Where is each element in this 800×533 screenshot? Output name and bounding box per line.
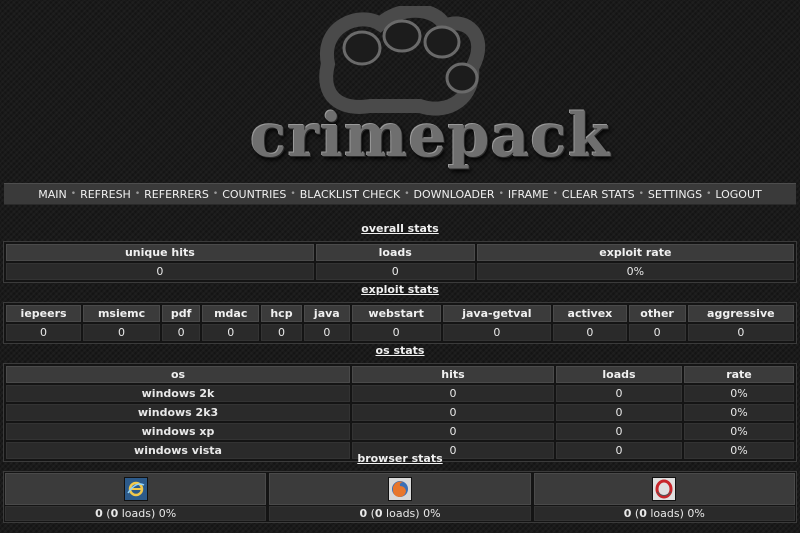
- overall-value: 0%: [476, 263, 794, 280]
- exploit-header: pdf: [162, 305, 201, 322]
- table-row: windows 2k3 0 0 0%: [6, 404, 794, 421]
- nav-blacklist-check[interactable]: BLACKLIST CHECK: [300, 188, 401, 201]
- exploit-header: mdac: [202, 305, 260, 322]
- nav-refresh[interactable]: REFRESH: [80, 188, 131, 201]
- os-name: windows 2k3: [6, 404, 350, 421]
- os-name: windows 2k: [6, 385, 350, 402]
- nav-clear-stats[interactable]: CLEAR STATS: [562, 188, 635, 201]
- exploit-value: 0: [202, 324, 260, 341]
- os-loads: 0: [556, 423, 682, 440]
- exploit-header: hcp: [261, 305, 302, 322]
- exploit-value: 0: [261, 324, 302, 341]
- nav-main[interactable]: MAIN: [38, 188, 67, 201]
- exploit-header: msiemc: [83, 305, 160, 322]
- nav-downloader[interactable]: DOWNLOADER: [414, 188, 495, 201]
- exploit-header: java-getval: [442, 305, 552, 322]
- nav-iframe[interactable]: IFRAME: [508, 188, 549, 201]
- os-header: rate: [684, 366, 794, 383]
- table-row: windows 2k 0 0 0%: [6, 385, 794, 402]
- logo-text: crimepack: [250, 101, 611, 171]
- exploit-value: 0: [442, 324, 552, 341]
- exploit-value: 0: [6, 324, 82, 341]
- nav-logout[interactable]: LOGOUT: [715, 188, 761, 201]
- os-hits: 0: [352, 423, 554, 440]
- nav-separator: •: [70, 189, 77, 199]
- os-header: loads: [556, 366, 682, 383]
- os-stats-table: os hits loads rate windows 2k 0 0 0% win…: [3, 363, 797, 462]
- exploit-header: activex: [553, 305, 627, 322]
- nav-separator: •: [404, 189, 410, 199]
- browser-stats-title: browser stats: [357, 452, 443, 465]
- os-name: windows xp: [6, 423, 350, 440]
- exploit-value: 0: [687, 324, 794, 341]
- table-row: windows xp 0 0 0%: [6, 423, 794, 440]
- overall-header: unique hits: [6, 244, 314, 261]
- exploit-header: iepeers: [6, 305, 82, 322]
- overall-value: 0: [6, 263, 314, 280]
- nav-countries[interactable]: COUNTRIES: [222, 188, 286, 201]
- exploit-value: 0: [351, 324, 441, 341]
- os-loads: 0: [556, 385, 682, 402]
- os-rate: 0%: [684, 423, 794, 440]
- os-hits: 0: [352, 404, 554, 421]
- browser-stat: 0 (0 loads) 0%: [533, 506, 795, 521]
- overall-value: 0: [315, 263, 475, 280]
- browser-stats-panel: 0 (0 loads) 0% 0 (0 loads) 0% 0 (0 loads…: [3, 471, 797, 523]
- opera-icon: [652, 477, 677, 501]
- os-rate: 0%: [684, 385, 794, 402]
- exploit-header: aggressive: [687, 305, 794, 322]
- os-rate: 0%: [684, 404, 794, 421]
- exploit-value: 0: [628, 324, 686, 341]
- firefox-icon: [387, 477, 412, 501]
- os-loads: 0: [556, 404, 682, 421]
- exploit-stats-table: iepeers msiemc pdf mdac hcp java webstar…: [3, 302, 797, 344]
- browser-cell-opera: 0 (0 loads) 0%: [533, 473, 795, 521]
- nav-settings[interactable]: SETTINGS: [648, 188, 702, 201]
- os-stats-title: os stats: [375, 344, 425, 357]
- nav-separator: •: [498, 189, 504, 199]
- exploit-value: 0: [303, 324, 350, 341]
- exploit-header: webstart: [351, 305, 441, 322]
- nav-separator: •: [706, 189, 712, 199]
- main-nav: MAIN • REFRESH • REFERRERS • COUNTRIES •…: [4, 183, 796, 205]
- browser-stat: 0 (0 loads) 0%: [5, 506, 267, 521]
- overall-stats-table: unique hits loads exploit rate 0 0 0%: [3, 241, 797, 283]
- os-header: os: [6, 366, 350, 383]
- nav-separator: •: [638, 189, 644, 199]
- exploit-value: 0: [162, 324, 201, 341]
- browser-cell-firefox: 0 (0 loads) 0%: [269, 473, 531, 521]
- exploit-header: java: [303, 305, 350, 322]
- os-hits: 0: [352, 385, 554, 402]
- nav-referrers[interactable]: REFERRERS: [144, 188, 209, 201]
- nav-separator: •: [212, 189, 219, 199]
- browser-cell-ie: 0 (0 loads) 0%: [5, 473, 267, 521]
- crimepack-logo: crimepack: [250, 6, 611, 178]
- nav-separator: •: [552, 189, 558, 199]
- nav-separator: •: [134, 189, 141, 199]
- exploit-header: other: [628, 305, 686, 322]
- nav-separator: •: [290, 189, 296, 199]
- os-header: hits: [352, 366, 554, 383]
- exploit-value: 0: [553, 324, 627, 341]
- internet-explorer-icon: [123, 477, 148, 501]
- overall-header: loads: [315, 244, 475, 261]
- overall-header: exploit rate: [476, 244, 794, 261]
- overall-stats-title: overall stats: [361, 222, 439, 235]
- exploit-stats-title: exploit stats: [361, 283, 439, 296]
- browser-stat: 0 (0 loads) 0%: [269, 506, 531, 521]
- exploit-value: 0: [83, 324, 160, 341]
